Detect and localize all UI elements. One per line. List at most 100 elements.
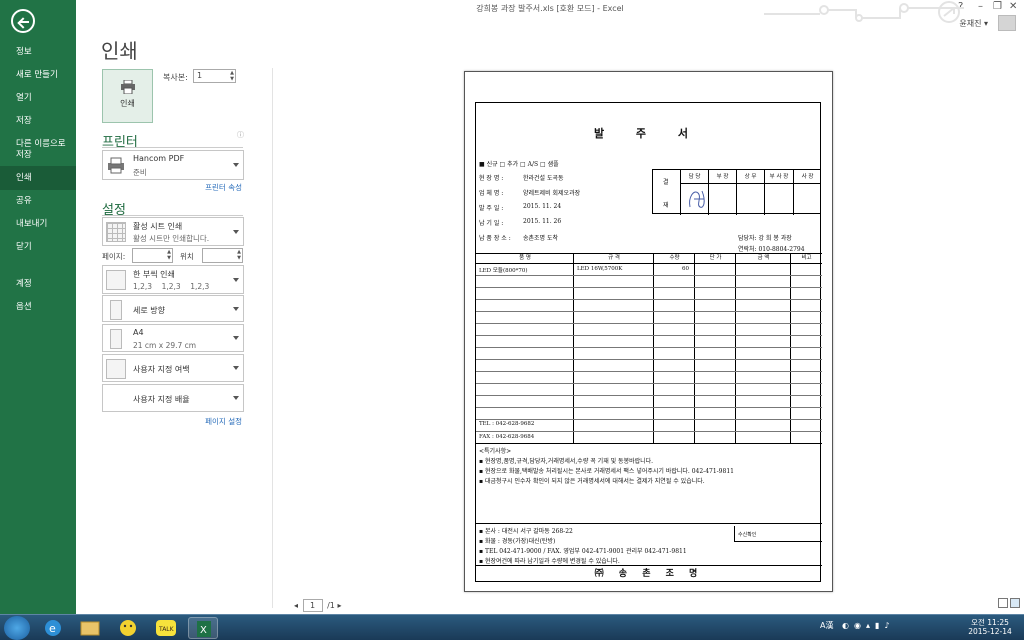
svg-text:TALK: TALK [158,626,175,633]
page-navigator: ◂ 1 /1 ▸ [294,599,341,612]
svg-text:X: X [200,625,207,636]
internet-explorer-icon[interactable]: e [38,617,68,639]
approval-label: 결 재 [653,170,681,215]
signature-image [689,190,705,208]
nav-save-as[interactable]: 다른 이름으로 저장 [0,139,76,161]
printer-properties-link[interactable]: 프린터 속성 [190,182,242,193]
footer-line: ▪ 현장여건에 따라 납기일과 수량에 변경될 수 있습니다. [479,558,620,565]
notes-title: <특기사항> [479,448,512,455]
table-row [476,299,822,300]
orientation-select[interactable]: 세로 방향 [102,295,244,322]
note-line: ▪ 현장으로 화물,택배발송 처리될시는 본사로 거래명세서 팩스 넣어주시기 … [479,468,734,475]
margins-select[interactable]: 사용자 지정 여백 [102,354,244,382]
previous-page-icon[interactable]: ◂ [294,601,298,610]
restore-button[interactable]: ❐ [993,1,1002,12]
nav-save[interactable]: 저장 [0,116,76,127]
pages-from-input[interactable]: ▲ ▼ [132,248,173,263]
item-spec: LED 16W,5700K [577,266,623,272]
page-setup-link[interactable]: 페이지 설정 [190,416,242,427]
clock[interactable]: 오전 11:25 2015-12-14 [964,618,1016,636]
paper-size-value: A4 [133,328,144,337]
table-row [476,287,822,288]
printer-icon [108,157,124,174]
table-row [476,383,822,384]
chevron-down-icon [233,396,239,400]
copies-label: 복사본: [163,73,188,82]
collate-icon [106,270,126,290]
pages-to-input[interactable]: ▲ ▼ [202,248,243,263]
table-row [476,311,822,312]
nav-export[interactable]: 내보내기 [0,219,76,230]
copies-stepper[interactable]: 1 ▲ ▼ [193,69,236,83]
chevron-down-icon [233,229,239,234]
sheet-grid-icon [106,222,126,242]
company-name: ㈜ 송 촌 조 명 [476,565,822,583]
footer-line: ▪ 본사 : 대전시 서구 갈마동 268-22 [479,528,573,535]
paper-size-select[interactable]: A4 21 cm x 29.7 cm [102,324,244,352]
show-margins-icon[interactable] [998,598,1008,608]
nav-print[interactable]: 인쇄 [0,166,76,190]
approval-box: 결 재 담 당 부 장 상 무 부 사 장 사 장 [652,169,821,215]
footer-line: ▪ 화물 : 경동(가장)대신(탄방) [479,538,556,545]
messenger-icon[interactable] [113,617,143,639]
approval-header: 부 장 [709,170,737,184]
zoom-to-page-icon[interactable] [1010,598,1020,608]
kakaotalk-icon[interactable]: TALK [151,617,181,639]
back-arrow-icon[interactable] [11,9,35,33]
printer-select[interactable]: Hancom PDF 준비 [102,150,244,180]
decrement-icon[interactable]: ▼ [230,77,234,82]
document-title: 발 주 서 [593,127,703,140]
file-explorer-icon[interactable] [75,617,105,639]
panel-divider [272,68,273,608]
collate-value: 한 부씩 인쇄 [133,270,175,279]
nav-account[interactable]: 계정 [0,279,76,290]
table-row [476,275,822,276]
taskbar: e TALK X A漢 ◐◉▴▮♪ 오전 11:25 2015-12-14 [0,614,1024,640]
purchase-order-form: 발 주 서 ■ 신규 □ 추가 □ A/S □ 샘플 현 장 명 : 한라건설 도… [475,102,822,583]
table-row [476,335,822,336]
avatar[interactable] [998,15,1016,31]
nav-new[interactable]: 새로 만들기 [0,70,76,81]
company-info: 수신확인 ▪ 본사 : 대전시 서구 갈마동 268-22 ▪ 화물 : 경동(… [476,523,822,566]
nav-close[interactable]: 닫기 [0,242,76,253]
user-account[interactable]: 윤재진 ▾ [959,18,988,29]
nav-open[interactable]: 열기 [0,93,76,104]
scaling-select[interactable]: 사용자 지정 배율 [102,384,244,412]
column-header: 단 가 [709,255,722,261]
excel-icon[interactable]: X [188,617,218,639]
nav-info[interactable]: 정보 [0,47,76,58]
svg-text:e: e [49,622,56,635]
table-column [695,254,736,444]
item-name: LED 모듈(800*70) [479,268,528,274]
system-tray[interactable]: A漢 ◐◉▴▮♪ [820,620,895,631]
pages-range: 페이지: ▲ ▼ 위치 ▲ ▼ [102,248,244,264]
order-type-options: ■ 신규 □ 추가 □ A/S □ 샘플 [479,161,559,168]
margins-icon [106,359,126,379]
tray-icons[interactable]: ◐◉▴▮♪ [842,621,894,630]
table-row [476,347,822,348]
nav-share[interactable]: 공유 [0,196,76,207]
field-order-date: 발 주 일 :2015. 11. 24 [479,203,562,212]
field-company: 업 체 명 : 양레트제비 회제오과장 [479,190,581,197]
print-button[interactable]: 인쇄 [102,69,153,123]
info-icon[interactable]: ⓘ [237,130,244,140]
windows-start-icon[interactable] [4,616,30,640]
next-page-icon[interactable]: ▸ [337,601,341,610]
chevron-down-icon [233,306,239,311]
receipt-confirm-cell: 수신확인 [734,526,822,542]
close-button[interactable]: ✕ [1009,1,1017,12]
table-row [476,395,822,396]
item-quantity: 60 [682,266,689,272]
input-method-icon[interactable]: A漢 [820,621,833,630]
collate-select[interactable]: 한 부씩 인쇄 1,2,3 1,2,3 1,2,3 [102,265,244,294]
contact-phone: 연락처: 010-8804-2794 [738,246,805,253]
fax-number: FAX : 042-628-9684 [479,434,535,440]
field-due-date: 납 기 일 :2015. 11. 26 [479,218,562,227]
print-scope-value: 활성 시트 인쇄 [133,222,183,231]
table-column [654,254,695,444]
paper-icon [110,329,122,349]
approval-header: 사 장 [794,170,821,184]
nav-options[interactable]: 옵션 [0,302,76,313]
print-scope-select[interactable]: 활성 시트 인쇄 활성 시트만 인쇄합니다. [102,217,244,246]
current-page-input[interactable]: 1 [302,599,323,612]
